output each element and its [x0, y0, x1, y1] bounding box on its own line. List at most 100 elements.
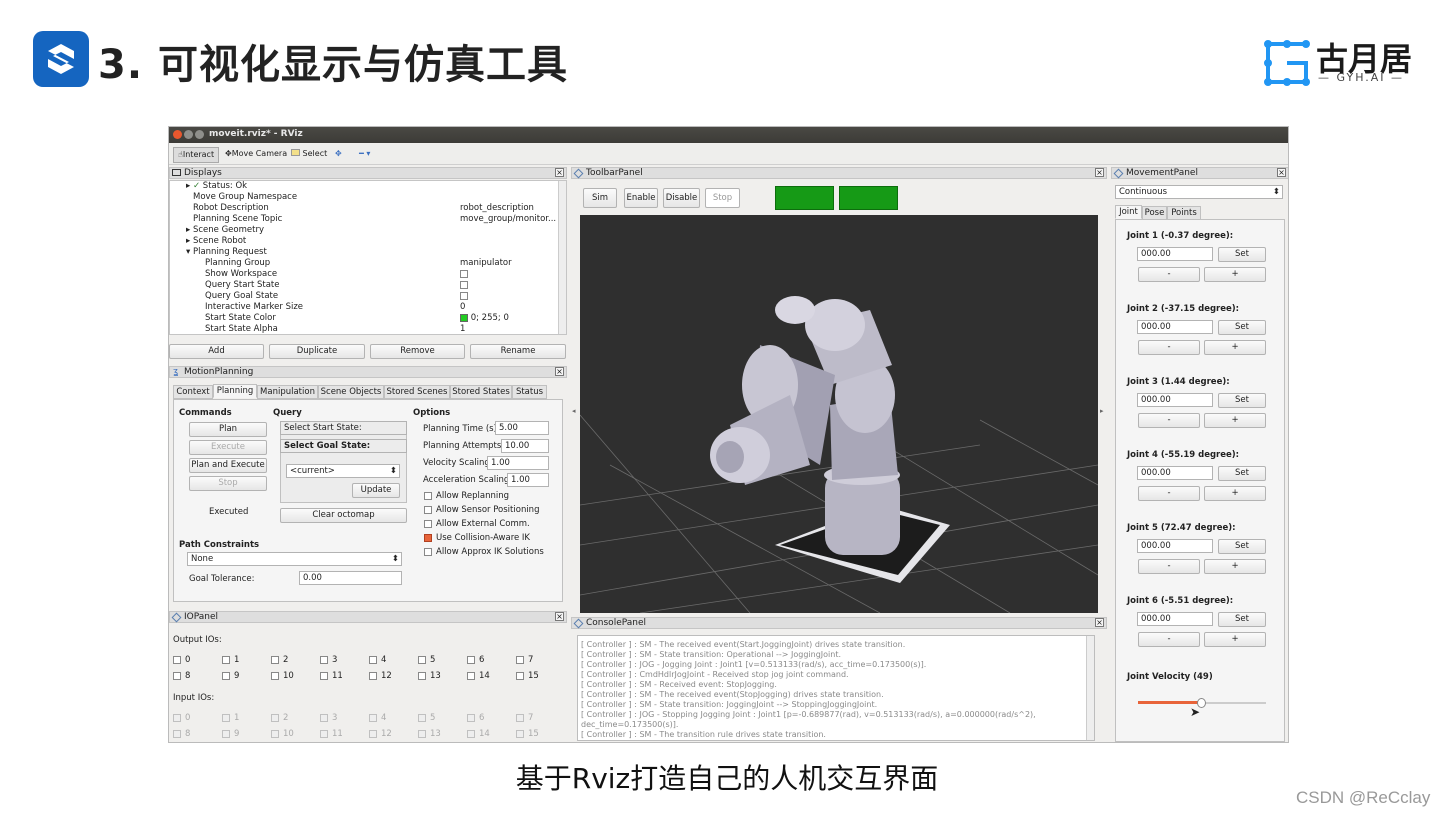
select-start-state[interactable]: Select Start State:	[280, 421, 407, 435]
move-camera-tool[interactable]: ✥Move Camera	[221, 147, 291, 163]
checkbox[interactable]	[460, 291, 468, 302]
stop-robot-button[interactable]: Stop	[705, 188, 740, 208]
minimize-window-icon[interactable]	[184, 130, 193, 139]
allow-sensor-positioning-checkbox[interactable]: Allow Sensor Positioning	[424, 505, 539, 515]
output-io-checkbox[interactable]: 11	[320, 671, 343, 681]
input-io-checkbox[interactable]: 10	[271, 729, 294, 739]
collision-aware-ik-checkbox[interactable]: Use Collision-Aware IK	[424, 533, 530, 543]
joint-increment-button[interactable]: +	[1204, 632, 1266, 647]
input-io-checkbox[interactable]: 14	[467, 729, 490, 739]
joint-velocity-slider[interactable]	[1138, 698, 1266, 708]
disable-button[interactable]: Disable	[663, 188, 700, 208]
tree-value[interactable]: 0; 255; 0	[460, 313, 509, 324]
input-io-checkbox[interactable]: 3	[320, 713, 337, 723]
tree-value[interactable]: manipulator	[460, 258, 512, 269]
joint-set-button[interactable]: Set	[1218, 612, 1266, 627]
output-io-checkbox[interactable]: 3	[320, 655, 337, 665]
joint-decrement-button[interactable]: -	[1138, 340, 1200, 355]
joint-increment-button[interactable]: +	[1204, 486, 1266, 501]
tab-context[interactable]: Context	[173, 385, 213, 399]
enable-button[interactable]: Enable	[624, 188, 658, 208]
joint-set-button[interactable]: Set	[1218, 539, 1266, 554]
output-io-checkbox[interactable]: 9	[222, 671, 239, 681]
plan-and-execute-button[interactable]: Plan and Execute	[189, 458, 267, 473]
right-splitter-arrow-icon[interactable]: ▸	[1100, 407, 1104, 415]
output-io-checkbox[interactable]: 13	[418, 671, 441, 681]
tree-row[interactable]: Start State Color	[205, 313, 276, 324]
planning-attempts-spinbox[interactable]: 10.00	[501, 439, 549, 453]
tree-row[interactable]: ▸ Scene Geometry	[186, 225, 264, 236]
tab-planning[interactable]: Planning	[213, 384, 257, 398]
output-io-checkbox[interactable]: 12	[369, 671, 392, 681]
joint-value-input[interactable]: 000.00	[1137, 466, 1213, 480]
joint-increment-button[interactable]: +	[1204, 340, 1266, 355]
input-io-checkbox[interactable]: 13	[418, 729, 441, 739]
planning-time-spinbox[interactable]: 5.00	[495, 421, 549, 435]
goal-state-dropdown[interactable]: <current> ⬍	[286, 464, 400, 478]
checkbox[interactable]	[460, 269, 468, 280]
output-io-checkbox[interactable]: 7	[516, 655, 533, 665]
tree-row[interactable]: Query Start State	[205, 280, 280, 291]
select-tool[interactable]: Select	[287, 147, 331, 163]
tree-row[interactable]: Robot Description	[193, 203, 269, 214]
joint-decrement-button[interactable]: -	[1138, 413, 1200, 428]
tree-row[interactable]: Query Goal State	[205, 291, 278, 302]
select-goal-state[interactable]: Select Goal State:	[280, 439, 407, 453]
input-io-checkbox[interactable]: 6	[467, 713, 484, 723]
joint-decrement-button[interactable]: -	[1138, 486, 1200, 501]
close-icon[interactable]: ×	[1095, 618, 1104, 627]
tab-points[interactable]: Points	[1167, 206, 1201, 220]
duplicate-button[interactable]: Duplicate	[269, 344, 365, 359]
add-button[interactable]: Add	[169, 344, 264, 359]
joint-decrement-button[interactable]: -	[1138, 267, 1200, 282]
tab-joint[interactable]: Joint	[1115, 205, 1142, 219]
input-io-checkbox[interactable]: 1	[222, 713, 239, 723]
output-io-checkbox[interactable]: 8	[173, 671, 190, 681]
joint-value-input[interactable]: 000.00	[1137, 612, 1213, 626]
tree-row[interactable]: ▸ ✓ Status: Ok	[186, 181, 247, 192]
allow-approx-ik-checkbox[interactable]: Allow Approx IK Solutions	[424, 547, 544, 557]
acceleration-scaling-spinbox[interactable]: 1.00	[507, 473, 549, 487]
joint-set-button[interactable]: Set	[1218, 320, 1266, 335]
joint-increment-button[interactable]: +	[1204, 559, 1266, 574]
plan-button[interactable]: Plan	[189, 422, 267, 437]
goal-tolerance-spinbox[interactable]: 0.00	[299, 571, 402, 585]
input-io-checkbox[interactable]: 4	[369, 713, 386, 723]
output-io-checkbox[interactable]: 6	[467, 655, 484, 665]
tab-pose[interactable]: Pose	[1142, 206, 1167, 220]
tree-row[interactable]: ▾ Planning Request	[186, 247, 267, 258]
output-io-checkbox[interactable]: 10	[271, 671, 294, 681]
close-icon[interactable]: ×	[1277, 168, 1286, 177]
joint-value-input[interactable]: 000.00	[1137, 393, 1213, 407]
close-icon[interactable]: ×	[555, 168, 564, 177]
tree-row[interactable]: Planning Scene Topic	[193, 214, 282, 225]
joint-value-input[interactable]: 000.00	[1137, 247, 1213, 261]
path-constraints-dropdown[interactable]: None ⬍	[187, 552, 402, 566]
output-io-checkbox[interactable]: 15	[516, 671, 539, 681]
joint-decrement-button[interactable]: -	[1138, 632, 1200, 647]
remove-button[interactable]: Remove	[370, 344, 465, 359]
tab-stored-scenes[interactable]: Stored Scenes	[384, 385, 450, 399]
output-io-checkbox[interactable]: 4	[369, 655, 386, 665]
joint-set-button[interactable]: Set	[1218, 466, 1266, 481]
input-io-checkbox[interactable]: 12	[369, 729, 392, 739]
allow-external-comm-checkbox[interactable]: Allow External Comm.	[424, 519, 530, 529]
input-io-checkbox[interactable]: 0	[173, 713, 190, 723]
input-io-checkbox[interactable]: 7	[516, 713, 533, 723]
input-io-checkbox[interactable]: 11	[320, 729, 343, 739]
rename-button[interactable]: Rename	[470, 344, 566, 359]
input-io-checkbox[interactable]: 15	[516, 729, 539, 739]
tree-row[interactable]: Show Workspace	[205, 269, 277, 280]
tab-scene-objects[interactable]: Scene Objects	[318, 385, 384, 399]
movement-mode-dropdown[interactable]: Continuous ⬍	[1115, 185, 1283, 199]
output-io-checkbox[interactable]: 14	[467, 671, 490, 681]
checkbox[interactable]	[460, 280, 468, 291]
joint-value-input[interactable]: 000.00	[1137, 320, 1213, 334]
joint-increment-button[interactable]: +	[1204, 413, 1266, 428]
joint-increment-button[interactable]: +	[1204, 267, 1266, 282]
tool-menu-icon[interactable]: ━ ▾	[355, 147, 374, 163]
tree-value[interactable]: 0	[460, 302, 465, 313]
execute-button[interactable]: Execute	[189, 440, 267, 455]
tab-stored-states[interactable]: Stored States	[450, 385, 512, 399]
joint-decrement-button[interactable]: -	[1138, 559, 1200, 574]
